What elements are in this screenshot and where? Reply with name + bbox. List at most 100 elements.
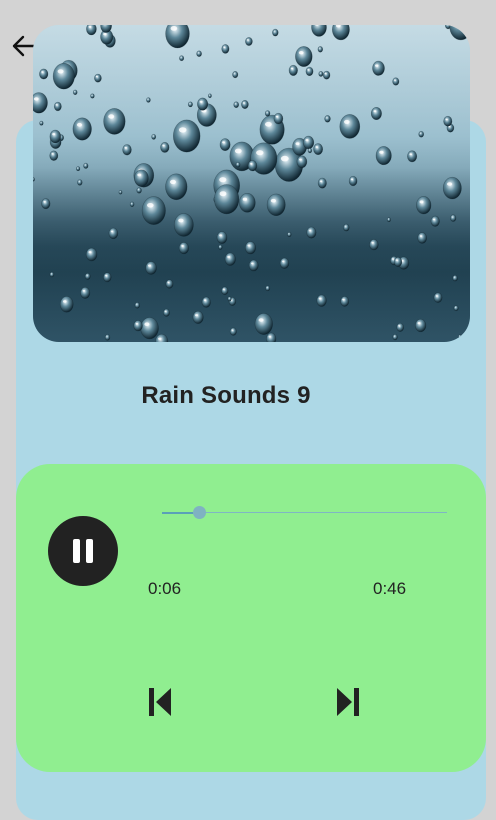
rain-drop-highlight [222, 288, 225, 290]
rain-drop-highlight [242, 197, 248, 201]
rain-drop-highlight [432, 218, 436, 221]
rain-drop [145, 261, 157, 275]
rain-drop [187, 101, 193, 108]
rain-drop [33, 92, 48, 114]
rain-drop [83, 162, 89, 169]
track-title: Rain Sounds 9 [141, 382, 311, 409]
seek-bar[interactable] [162, 504, 447, 522]
rain-drop-highlight [251, 262, 254, 265]
rain-drop-highlight [308, 229, 312, 232]
rain-drops-image [33, 25, 470, 342]
rain-drop [273, 112, 284, 125]
next-button[interactable] [330, 684, 366, 720]
rain-drop [239, 193, 256, 213]
rain-drop [392, 77, 400, 86]
rain-drop-highlight [105, 274, 108, 277]
rain-drop [197, 97, 209, 111]
rain-drop [348, 175, 358, 187]
rain-drop-highlight [379, 150, 384, 154]
track-artwork [33, 25, 470, 342]
rain-drop-highlight [57, 69, 64, 74]
rain-drop [52, 63, 75, 90]
rain-drop [221, 286, 229, 295]
rain-drop-highlight [222, 141, 225, 144]
rain-drop [104, 334, 111, 341]
rain-drop-highlight [170, 26, 178, 31]
rain-drop [229, 327, 237, 336]
current-time: 0:06 [148, 579, 182, 598]
rain-drop [307, 147, 313, 154]
rain-drop [33, 177, 35, 182]
rain-drop [416, 196, 432, 215]
rain-drop-highlight [227, 255, 231, 258]
rain-drop [53, 101, 62, 112]
rain-drop [415, 318, 427, 333]
rain-drop [103, 272, 112, 283]
rain-drop [160, 142, 170, 153]
rain-drop [90, 93, 95, 99]
rain-drop [265, 285, 271, 292]
rain-drop [233, 101, 239, 108]
rain-drop-highlight [447, 182, 453, 186]
rain-drop-highlight [445, 118, 448, 121]
rain-drop [369, 239, 379, 251]
rain-drop [134, 169, 149, 187]
rain-drop [179, 55, 185, 62]
rain-drop-highlight [256, 150, 264, 156]
rain-drop-highlight [148, 264, 151, 267]
rain-drop-highlight [203, 299, 207, 302]
rain-drop [248, 259, 259, 272]
rain-drop-highlight [318, 297, 322, 300]
rain-drop-highlight [315, 146, 319, 148]
rain-drop-highlight [295, 142, 300, 145]
rain-drop [442, 176, 462, 200]
rain-drop [129, 201, 135, 208]
rain-drop-highlight [299, 158, 302, 161]
rain-drop [49, 271, 55, 278]
rain-drop-highlight [344, 119, 350, 124]
rain-drop [266, 193, 286, 217]
rain-drop-highlight [162, 144, 165, 147]
rain-drop [219, 138, 231, 151]
rain-drop-highlight [270, 198, 276, 203]
rain-drop-highlight [219, 234, 222, 237]
rain-drop [272, 28, 279, 37]
pause-button[interactable] [48, 516, 118, 586]
rain-drop [232, 70, 239, 79]
rain-drop [386, 217, 391, 223]
rain-drop-highlight [350, 178, 353, 180]
rain-drop [165, 279, 174, 289]
rain-drop [317, 177, 327, 189]
rain-drop-highlight [265, 121, 272, 127]
rain-drop [370, 107, 382, 121]
seek-thumb[interactable] [193, 506, 207, 519]
rain-drop [407, 150, 418, 163]
rain-drop-highlight [395, 259, 398, 261]
rain-drop-highlight [43, 200, 46, 203]
rain-drop [41, 198, 51, 210]
rain-drop-highlight [103, 32, 107, 36]
pause-icon [73, 539, 93, 563]
rain-drop [450, 214, 457, 222]
rain-drop-highlight [394, 79, 396, 81]
rain-drop-highlight [307, 69, 310, 71]
rain-drop [372, 60, 385, 76]
rain-drop-highlight [41, 71, 44, 73]
rain-drop-highlight [305, 139, 309, 142]
rain-drop [296, 155, 308, 169]
rain-drop-highlight [419, 200, 424, 204]
rain-drop [133, 320, 143, 332]
rain-drop [266, 332, 277, 342]
rain-drop [433, 292, 443, 303]
previous-button[interactable] [142, 684, 178, 720]
rain-drop [305, 66, 314, 77]
rain-drop [192, 310, 204, 324]
rain-drop [72, 89, 78, 96]
rain-drop [86, 25, 97, 36]
rain-drop-highlight [167, 281, 170, 284]
rain-drop-highlight [63, 300, 67, 303]
rain-drop [295, 46, 313, 67]
rain-drop-highlight [88, 251, 92, 254]
rain-drop-highlight [55, 104, 58, 106]
rain-drop-highlight [319, 180, 323, 182]
